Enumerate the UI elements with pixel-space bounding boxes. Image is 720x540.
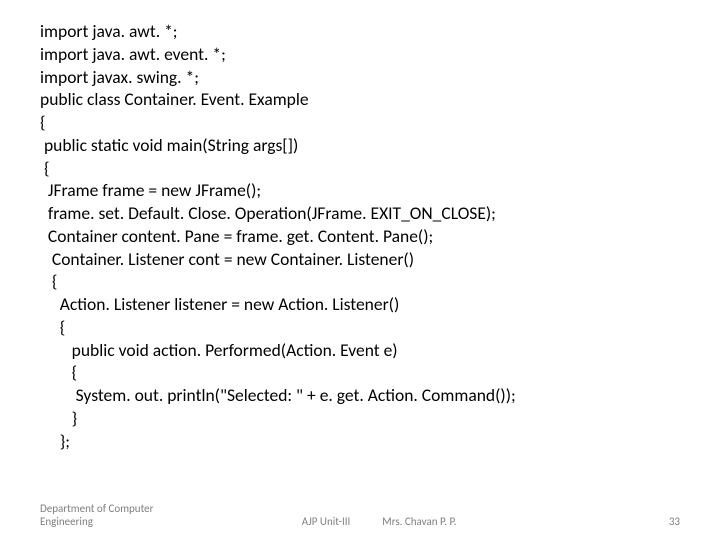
code-line: import java. awt. *; (40, 20, 680, 43)
code-line: import javax. swing. *; (40, 66, 680, 89)
code-line: { (40, 361, 680, 384)
code-line: Container. Listener cont = new Container… (40, 248, 680, 271)
footer-author: Mrs. Chavan P. P. (382, 515, 456, 528)
code-line: } (40, 407, 680, 430)
code-line: Action. Listener listener = new Action. … (40, 293, 680, 316)
code-line: System. out. println("Selected: " + e. g… (40, 384, 680, 407)
code-line: Container content. Pane = frame. get. Co… (40, 225, 680, 248)
footer-department: Department of Computer Engineering (40, 502, 190, 528)
code-line: import java. awt. event. *; (40, 43, 680, 66)
code-line: { (40, 111, 680, 134)
footer-page-number: 33 (669, 515, 680, 528)
code-line: JFrame frame = new JFrame(); (40, 179, 680, 202)
code-line: public void action. Performed(Action. Ev… (40, 339, 680, 362)
footer-unit: AJP Unit-III (302, 515, 351, 528)
code-line: }; (40, 430, 680, 453)
code-line: public static void main(String args[]) (40, 134, 680, 157)
slide: import java. awt. *; import java. awt. e… (0, 0, 720, 540)
code-line: { (40, 316, 680, 339)
code-line: public class Container. Event. Example (40, 88, 680, 111)
code-line: { (40, 270, 680, 293)
code-line: frame. set. Default. Close. Operation(JF… (40, 202, 680, 225)
code-block: import java. awt. *; import java. awt. e… (40, 20, 680, 452)
code-line: { (40, 157, 680, 180)
